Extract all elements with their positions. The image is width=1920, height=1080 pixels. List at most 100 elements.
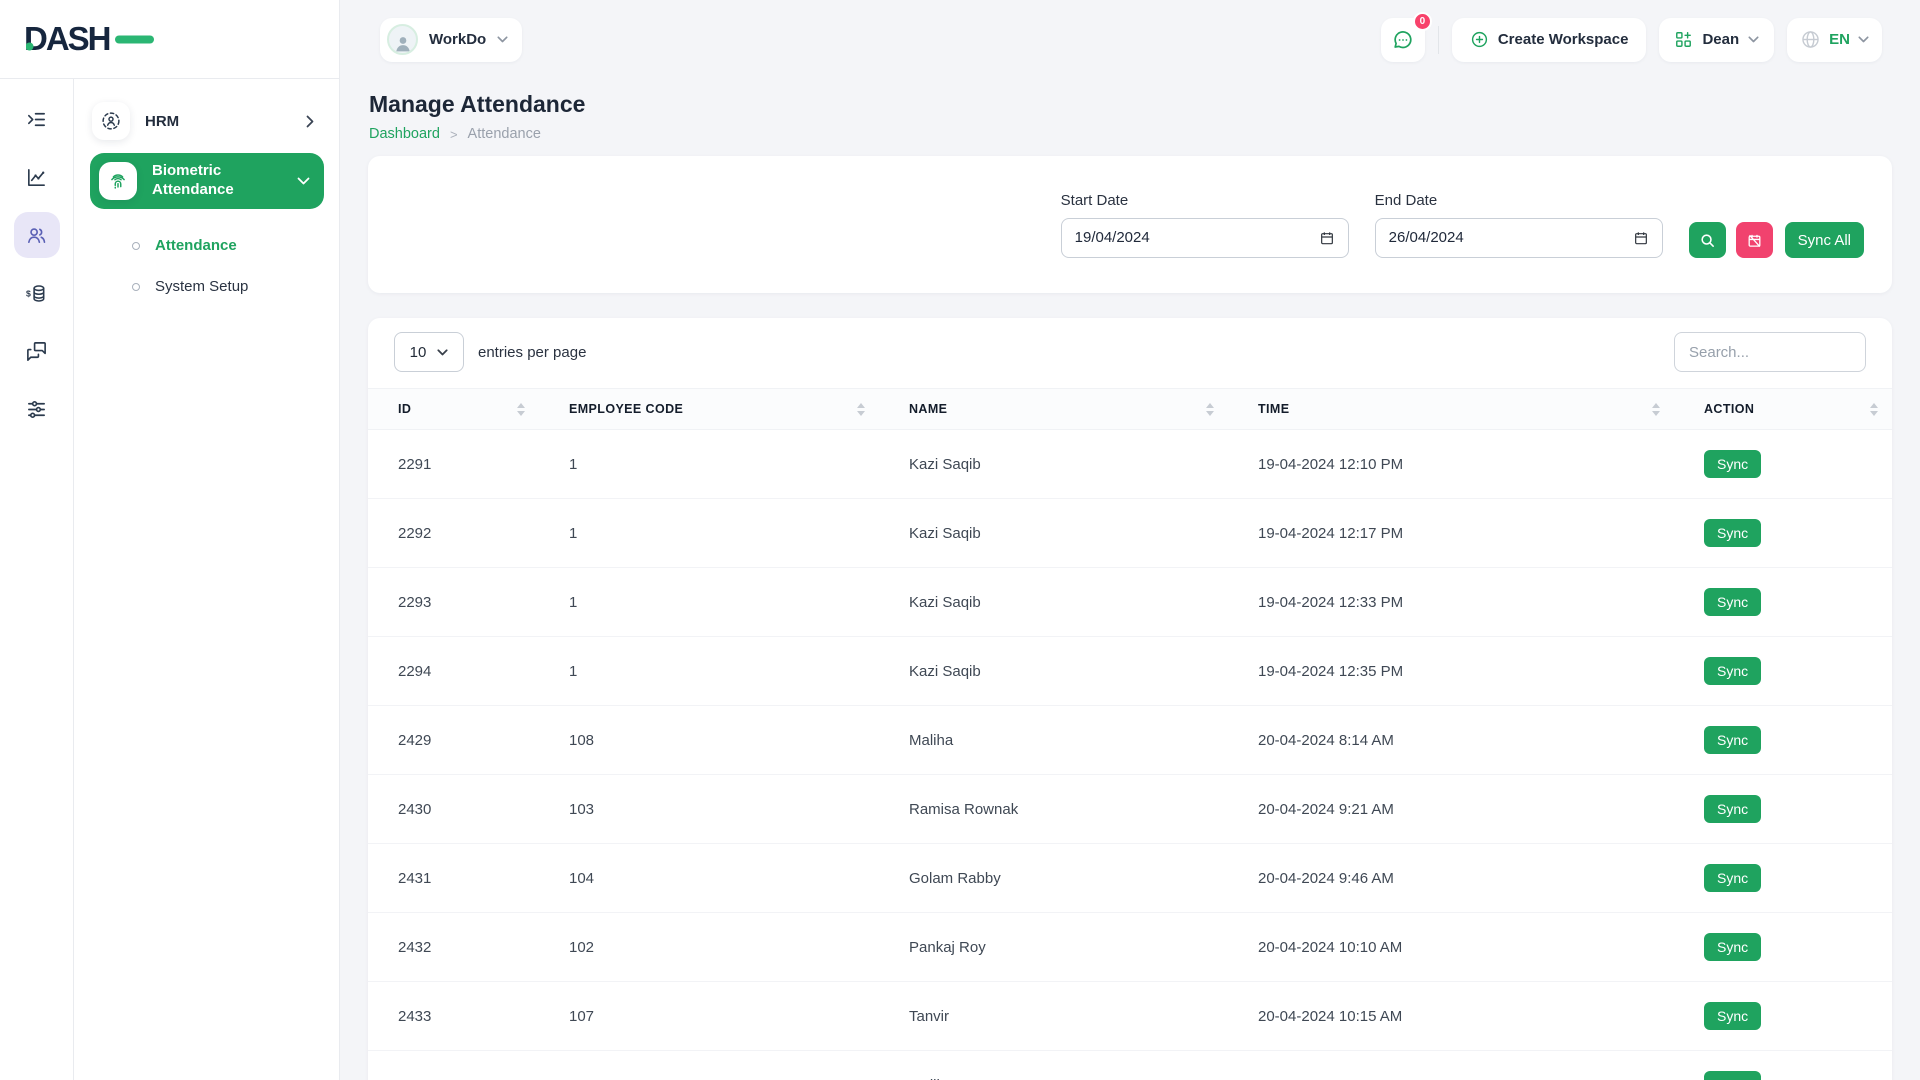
sync-button[interactable]: Sync — [1704, 450, 1761, 478]
workspace-avatar — [387, 24, 418, 55]
sync-button[interactable]: Sync — [1704, 1002, 1761, 1030]
rail-finance-icon[interactable]: $ — [14, 270, 60, 316]
breadcrumb-current: Attendance — [468, 126, 541, 142]
grid-plus-icon — [1674, 30, 1693, 49]
rail-menu-icon[interactable] — [14, 96, 60, 142]
svg-text:DASH: DASH — [26, 20, 110, 57]
cell-id: 2292 — [368, 499, 539, 568]
sort-icon — [1206, 403, 1214, 416]
table-header-row: ID EMPLOYEE CODE NAME TIME ACTION — [368, 389, 1892, 430]
sort-icon — [1652, 403, 1660, 416]
cell-employee-code: 1 — [539, 568, 879, 637]
bullet-icon — [132, 242, 140, 250]
cell-time: 20-04-2024 8:14 AM — [1228, 706, 1674, 775]
messages-button[interactable]: 0 — [1381, 18, 1425, 62]
cell-id: 2429 — [368, 706, 539, 775]
column-header-id[interactable]: ID — [368, 389, 539, 430]
cell-employee-code: 104 — [539, 844, 879, 913]
table-row: 2294 1 Kazi Saqib 19-04-2024 12:35 PM Sy… — [368, 637, 1892, 706]
sync-button[interactable]: Sync — [1704, 588, 1761, 616]
cell-action: Sync — [1674, 982, 1892, 1051]
sidebar-item-label: HRM — [145, 113, 306, 130]
sidebar-subitem-attendance[interactable]: Attendance — [132, 225, 324, 266]
calendar-icon — [1319, 230, 1335, 246]
cell-action: Sync — [1674, 1051, 1892, 1080]
language-dropdown[interactable]: EN — [1787, 18, 1882, 62]
breadcrumb: Dashboard > Attendance — [369, 126, 1892, 142]
table-row: 2430 103 Ramisa Rownak 20-04-2024 9:21 A… — [368, 775, 1892, 844]
cell-name: Kazi Saqib — [879, 430, 1228, 499]
cell-time: 19-04-2024 12:35 PM — [1228, 637, 1674, 706]
cell-time: 20-04-2024 10:15 AM — [1228, 982, 1674, 1051]
reset-filter-button[interactable] — [1736, 222, 1773, 258]
sync-all-button[interactable]: Sync All — [1785, 222, 1864, 258]
logo[interactable]: DASH — [0, 0, 339, 79]
subitem-label: System Setup — [155, 278, 248, 295]
cell-name: Pankaj Roy — [879, 913, 1228, 982]
sort-icon — [517, 403, 525, 416]
sync-button[interactable]: Sync — [1704, 519, 1761, 547]
attendance-table-card: 10 entries per page ID EMPLOYEE CODE NAM — [368, 318, 1892, 1080]
search-filter-button[interactable] — [1689, 222, 1726, 258]
dash-logo-icon: DASH — [26, 19, 154, 59]
sync-button[interactable]: Sync — [1704, 864, 1761, 892]
sidebar-item-label: Biometric Attendance — [152, 162, 268, 200]
end-date-input[interactable]: 26/04/2024 — [1375, 218, 1663, 258]
start-date-input[interactable]: 19/04/2024 — [1061, 218, 1349, 258]
create-workspace-label: Create Workspace — [1498, 31, 1629, 48]
cell-id: 2294 — [368, 637, 539, 706]
cell-time: 19-04-2024 12:17 PM — [1228, 499, 1674, 568]
search-icon — [1699, 232, 1716, 249]
cell-employee-code: 102 — [539, 913, 879, 982]
chat-bubble-icon — [1391, 28, 1415, 52]
topbar: WorkDo 0 Create Workspace Dean — [340, 0, 1920, 79]
sync-button[interactable]: Sync — [1704, 657, 1761, 685]
create-workspace-button[interactable]: Create Workspace — [1452, 18, 1647, 62]
cell-action: Sync — [1674, 568, 1892, 637]
entries-per-page-label: entries per page — [478, 344, 586, 361]
table-body: 2291 1 Kazi Saqib 19-04-2024 12:10 PM Sy… — [368, 430, 1892, 1080]
bullet-icon — [132, 283, 140, 291]
sidebar-item-hrm[interactable]: HRM — [90, 99, 324, 143]
cell-id: 2431 — [368, 844, 539, 913]
sync-button[interactable]: Sync — [1704, 1071, 1761, 1080]
table-row: 2293 1 Kazi Saqib 19-04-2024 12:33 PM Sy… — [368, 568, 1892, 637]
chevron-down-icon — [297, 177, 310, 185]
cell-action: Sync — [1674, 430, 1892, 499]
messages-badge: 0 — [1413, 12, 1432, 31]
calendar-off-icon — [1746, 232, 1763, 249]
column-header-action[interactable]: ACTION — [1674, 389, 1892, 430]
chevron-down-icon — [1748, 36, 1759, 43]
chevron-down-icon — [1858, 36, 1869, 43]
biometric-submenu: Attendance System Setup — [90, 209, 324, 307]
cell-employee-code: 1 — [539, 637, 879, 706]
sidebar-item-biometric-attendance[interactable]: Biometric Attendance — [90, 153, 324, 209]
user-dropdown[interactable]: Dean — [1659, 18, 1774, 62]
sync-button[interactable]: Sync — [1704, 933, 1761, 961]
rail-messages-icon[interactable] — [14, 328, 60, 374]
rail-settings-icon[interactable] — [14, 386, 60, 432]
rail-hrm-users-icon[interactable] — [14, 212, 60, 258]
user-label: Dean — [1702, 31, 1739, 48]
end-date-label: End Date — [1375, 192, 1663, 209]
cell-time: 20-04-2024 10:10 AM — [1228, 913, 1674, 982]
sidebar-subitem-system-setup[interactable]: System Setup — [132, 266, 324, 307]
cell-action: Sync — [1674, 913, 1892, 982]
rail-chart-icon[interactable] — [14, 154, 60, 200]
page-size-value: 10 — [410, 344, 427, 361]
page-title: Manage Attendance — [369, 91, 1892, 118]
chevron-down-icon — [437, 349, 448, 356]
column-header-employee-code[interactable]: EMPLOYEE CODE — [539, 389, 879, 430]
column-header-name[interactable]: NAME — [879, 389, 1228, 430]
language-label: EN — [1829, 31, 1850, 48]
sync-button[interactable]: Sync — [1704, 726, 1761, 754]
sync-button[interactable]: Sync — [1704, 795, 1761, 823]
page-size-select[interactable]: 10 — [394, 332, 464, 372]
workspace-dropdown[interactable]: WorkDo — [380, 18, 522, 62]
cell-action: Sync — [1674, 706, 1892, 775]
table-search-input[interactable] — [1674, 332, 1866, 372]
column-header-time[interactable]: TIME — [1228, 389, 1674, 430]
breadcrumb-dashboard-link[interactable]: Dashboard — [369, 126, 440, 142]
table-row: 2432 102 Pankaj Roy 20-04-2024 10:10 AM … — [368, 913, 1892, 982]
cell-action: Sync — [1674, 637, 1892, 706]
